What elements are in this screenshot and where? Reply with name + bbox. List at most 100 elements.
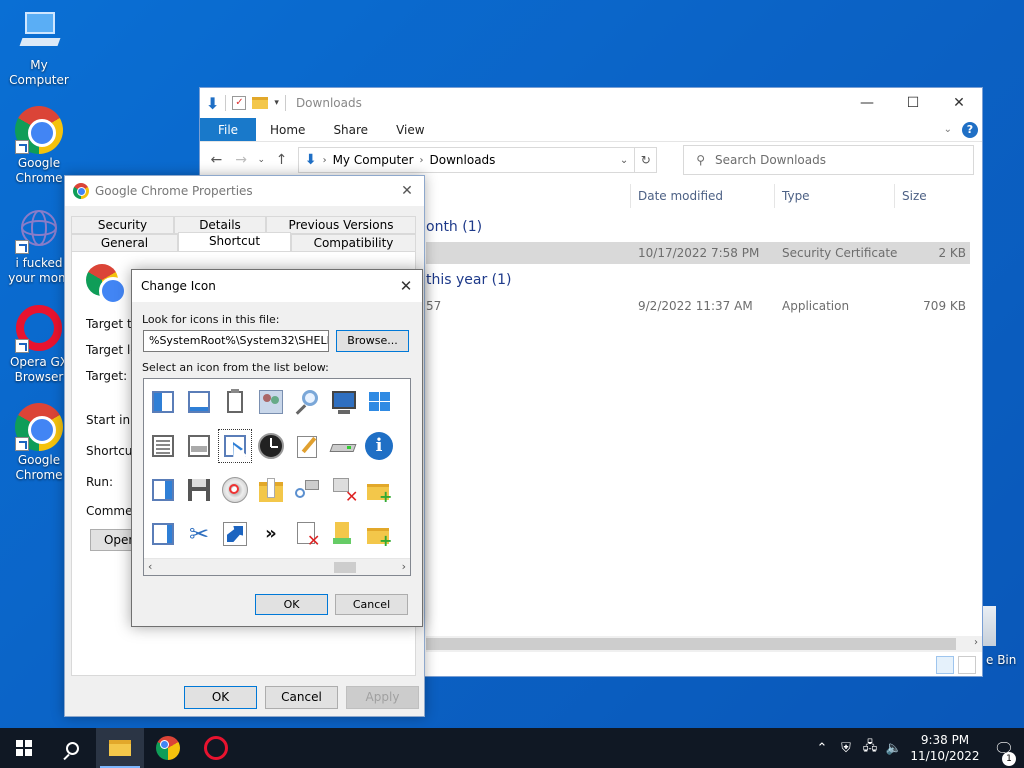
address-bar[interactable]: ⬇ › My Computer › Downloads ⌄: [297, 147, 636, 173]
new-folder-icon[interactable]: [252, 97, 269, 109]
icon-option[interactable]: [290, 385, 324, 419]
taskbar-chrome[interactable]: [144, 728, 192, 768]
maximize-icon[interactable]: ☐: [890, 88, 936, 118]
icon-option[interactable]: [326, 517, 360, 551]
icon-option[interactable]: »: [254, 517, 288, 551]
horizontal-scrollbar[interactable]: ›: [426, 636, 982, 652]
icon-option[interactable]: [146, 385, 180, 419]
expand-ribbon-icon[interactable]: ⌄: [944, 124, 952, 135]
cancel-button[interactable]: Cancel: [335, 594, 408, 615]
forward-arrow-icon[interactable]: →: [233, 152, 250, 168]
taskbar-file-explorer[interactable]: [96, 728, 144, 768]
tab-security[interactable]: Security: [71, 216, 174, 234]
icon-option[interactable]: ✂: [182, 517, 216, 551]
scroll-left-icon[interactable]: ‹: [148, 560, 152, 573]
clock-icon: [257, 432, 285, 460]
taskbar-opera[interactable]: [192, 728, 240, 768]
icon-option[interactable]: [398, 517, 410, 551]
icon-option[interactable]: [362, 385, 396, 419]
tab-share[interactable]: Share: [319, 118, 382, 141]
properties-check-icon[interactable]: ✓: [232, 96, 247, 110]
network-icon[interactable]: 🖧: [858, 737, 882, 759]
explorer-titlebar[interactable]: ⬇ ✓ ▾ Downloads — ☐ ✕: [200, 88, 982, 118]
properties-titlebar[interactable]: Google Chrome Properties ✕: [65, 176, 424, 206]
group-header[interactable]: this year (1): [426, 272, 512, 288]
minimize-icon[interactable]: —: [844, 88, 890, 118]
cancel-button[interactable]: Cancel: [265, 686, 338, 709]
chevron-down-icon[interactable]: ⌄: [620, 155, 628, 166]
apply-button[interactable]: Apply: [346, 686, 419, 709]
icon-list-scrollbar[interactable]: ‹ ›: [144, 558, 410, 575]
browse-button[interactable]: Browse...: [336, 330, 409, 352]
icon-option[interactable]: [218, 517, 252, 551]
icon-option[interactable]: [182, 429, 216, 463]
back-arrow-icon[interactable]: ←: [208, 152, 225, 168]
icon-option[interactable]: [146, 429, 180, 463]
icon-option[interactable]: ✕: [290, 517, 324, 551]
ok-button[interactable]: OK: [255, 594, 328, 615]
breadcrumb-downloads[interactable]: Downloads: [430, 153, 496, 167]
tab-file[interactable]: File: [200, 118, 256, 141]
icon-option[interactable]: [182, 473, 216, 507]
icon-option[interactable]: [254, 473, 288, 507]
icon-option[interactable]: [290, 429, 324, 463]
recent-locations-icon[interactable]: ⌄: [258, 155, 266, 165]
desktop-icon-my-computer[interactable]: My Computer: [1, 8, 77, 88]
file-row[interactable]: 10/17/2022 7:58 PM Security Certificate …: [426, 242, 970, 264]
details-view-icon[interactable]: [936, 656, 954, 674]
icon-file-path-input[interactable]: %SystemRoot%\System32\SHELL32.dll: [143, 330, 329, 352]
refresh-icon[interactable]: ↻: [635, 147, 658, 173]
search-input[interactable]: ⚲ Search Downloads: [683, 145, 975, 175]
close-icon[interactable]: ✕: [390, 183, 424, 199]
volume-icon[interactable]: 🔈: [882, 741, 906, 756]
icon-option[interactable]: [398, 473, 410, 507]
scroll-right-icon[interactable]: ›: [402, 560, 406, 573]
icon-option[interactable]: [326, 385, 360, 419]
close-icon[interactable]: ✕: [936, 88, 982, 118]
start-button[interactable]: [0, 728, 48, 768]
tab-general[interactable]: General: [71, 234, 178, 252]
icon-option[interactable]: [146, 517, 180, 551]
tab-shortcut[interactable]: Shortcut: [178, 232, 291, 253]
change-icon-titlebar[interactable]: Change Icon ✕: [132, 270, 422, 302]
icon-option[interactable]: [398, 429, 410, 463]
icon-option[interactable]: +: [362, 473, 396, 507]
icon-option[interactable]: [218, 473, 252, 507]
column-date-modified[interactable]: Date modified: [638, 189, 723, 203]
icon-list[interactable]: + ✕» ✂ + ✕ i ‹ ›: [143, 378, 411, 576]
scroll-right-icon[interactable]: ›: [974, 637, 978, 648]
icon-option[interactable]: [254, 429, 288, 463]
icon-option[interactable]: +: [362, 517, 396, 551]
icon-option[interactable]: [182, 385, 216, 419]
file-row[interactable]: 57 9/2/2022 11:37 AM Application 709 KB: [426, 295, 970, 317]
icon-option[interactable]: [326, 429, 360, 463]
icon-option[interactable]: i: [362, 429, 396, 463]
security-icon[interactable]: ⛨: [834, 741, 858, 756]
icon-option[interactable]: ✕: [326, 473, 360, 507]
tab-home[interactable]: Home: [256, 118, 319, 141]
change-icon-dialog[interactable]: Change Icon ✕ Look for icons in this fil…: [131, 269, 423, 627]
icon-option[interactable]: [398, 385, 410, 419]
column-size[interactable]: Size: [902, 189, 927, 203]
icon-option[interactable]: [218, 385, 252, 419]
up-arrow-icon[interactable]: ↑: [273, 152, 290, 168]
breadcrumb-my-computer[interactable]: My Computer: [333, 153, 414, 167]
close-icon[interactable]: ✕: [390, 277, 422, 295]
help-icon[interactable]: ?: [962, 121, 978, 138]
icon-option[interactable]: [254, 385, 288, 419]
icon-option[interactable]: [290, 473, 324, 507]
show-hidden-icons-icon[interactable]: ⌃: [810, 741, 834, 756]
large-icons-view-icon[interactable]: [958, 656, 976, 674]
clock[interactable]: 9:38 PM 11/10/2022: [906, 732, 984, 764]
tab-compatibility[interactable]: Compatibility: [291, 234, 416, 252]
customize-quick-access-icon[interactable]: ▾: [274, 98, 279, 108]
action-center-button[interactable]: 🗨 1: [984, 739, 1024, 766]
icon-option[interactable]: [146, 473, 180, 507]
window-pane-icon: [149, 388, 177, 416]
search-button[interactable]: [48, 728, 96, 768]
tab-view[interactable]: View: [382, 118, 438, 141]
group-header[interactable]: onth (1): [426, 219, 482, 235]
column-type[interactable]: Type: [782, 189, 810, 203]
desktop-icon-google-chrome[interactable]: Google Chrome: [1, 106, 77, 186]
ok-button[interactable]: OK: [184, 686, 257, 709]
